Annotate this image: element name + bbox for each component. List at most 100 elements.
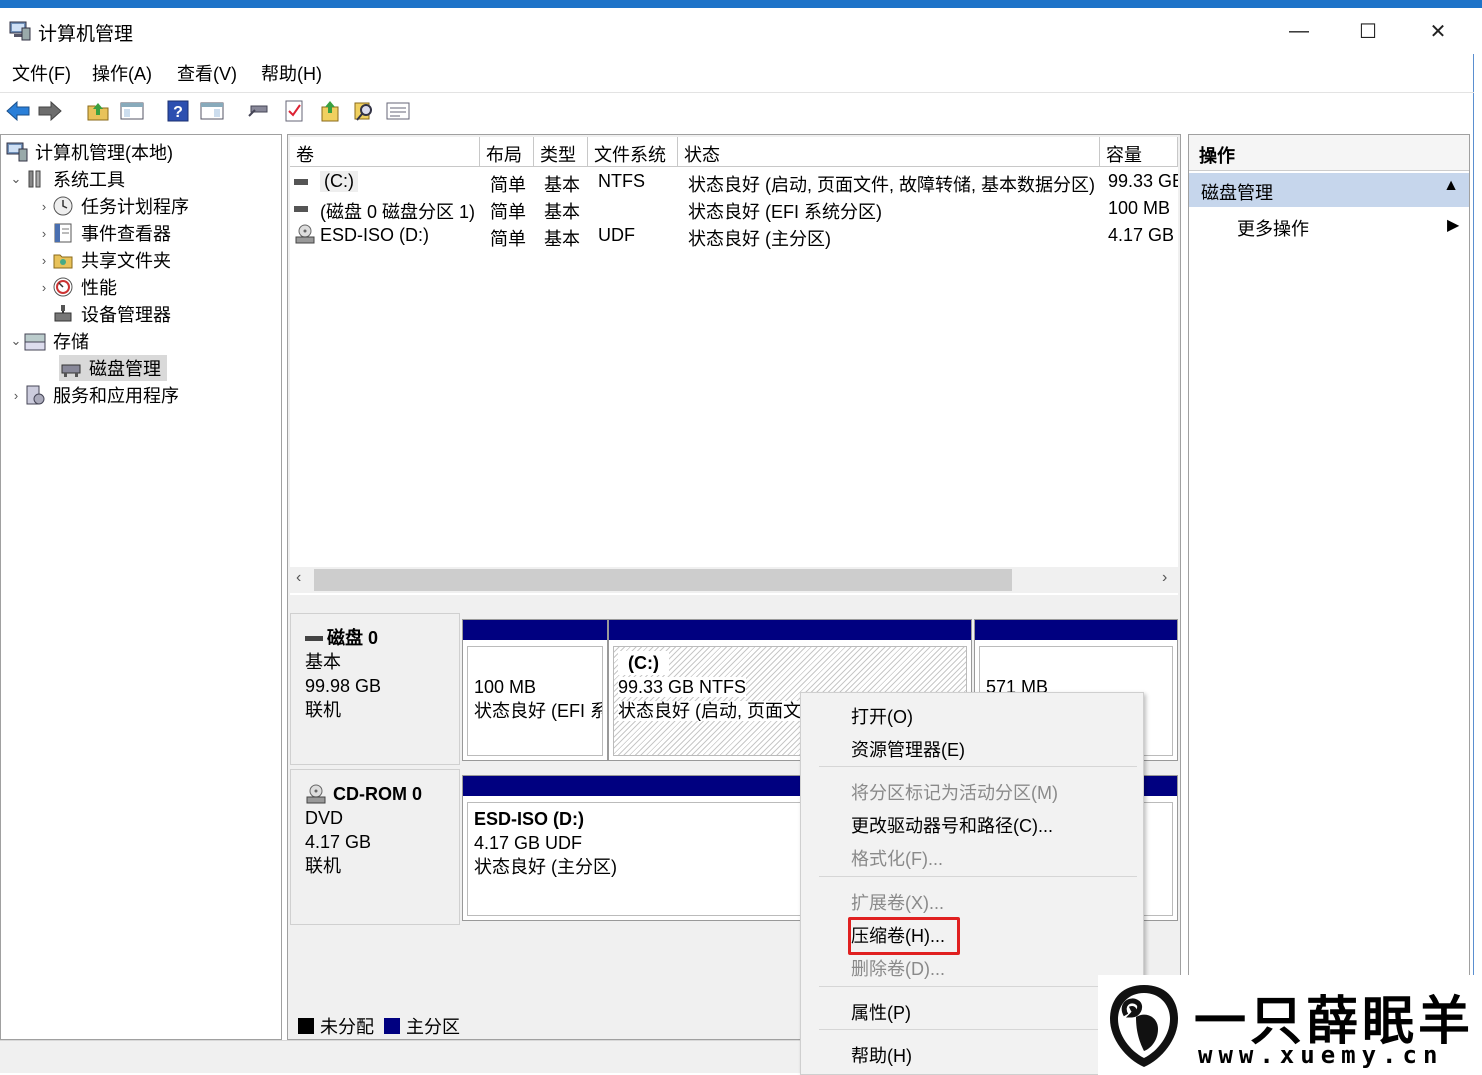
cell-filesystem: UDF — [598, 225, 635, 245]
menu-item-help[interactable]: 帮助(H) — [851, 1042, 912, 1068]
services-icon — [23, 384, 47, 406]
submenu-arrow-icon[interactable]: ▶ — [1447, 215, 1459, 235]
scroll-right-icon[interactable]: › — [1162, 569, 1167, 587]
table-row[interactable]: ESD-ISO (D:) 简单 基本 UDF 状态良好 (主分区) 4.17 G… — [290, 223, 1178, 249]
partition-status: 状态良好 (EFI 系 — [474, 701, 603, 721]
disk-state: 联机 — [305, 700, 341, 720]
up-folder-icon[interactable] — [84, 97, 112, 125]
partition-body: 100 MB 状态良好 (EFI 系 — [467, 646, 603, 756]
column-header-layout[interactable]: 布局 — [480, 137, 534, 167]
tree-item-task-scheduler[interactable]: › 任务计划程序 — [37, 193, 189, 219]
partition-bar — [463, 620, 607, 640]
cell-volume: (磁盘 0 磁盘分区 1) — [320, 202, 476, 222]
performance-gauge-icon — [51, 276, 75, 298]
legend-label: 未分配 — [320, 1017, 374, 1037]
tree-item-root[interactable]: 计算机管理(本地) — [5, 139, 173, 165]
tree-item-system-tools[interactable]: ⌄ 系统工具 — [9, 166, 125, 192]
chevron-right-icon[interactable]: › — [37, 280, 51, 295]
cell-layout: 简单 — [490, 229, 526, 249]
tree-item-label: 磁盘管理 — [89, 359, 161, 379]
disk-state: 联机 — [305, 856, 341, 876]
menu-item-open[interactable]: 打开(O) — [851, 703, 913, 729]
more-actions-item[interactable]: 更多操作 — [1237, 215, 1309, 241]
actions-pane: 操作 磁盘管理 ▲ 更多操作 ▶ — [1188, 134, 1470, 1040]
properties-pane-icon[interactable] — [198, 97, 226, 125]
title-bar[interactable]: 计算机管理 — ☐ ✕ — [0, 8, 1474, 54]
forward-arrow-icon[interactable] — [36, 97, 64, 125]
legend-swatch-primary — [384, 1018, 400, 1034]
tree-item-label: 计算机管理(本地) — [35, 143, 173, 163]
chevron-down-icon[interactable]: ⌄ — [9, 171, 23, 187]
table-row[interactable]: (C:) 简单 基本 NTFS 状态良好 (启动, 页面文件, 故障转储, 基本… — [290, 169, 1178, 195]
tree-item-label: 存储 — [53, 332, 89, 352]
cell-capacity: 4.17 GB — [1108, 225, 1175, 245]
more-actions-label: 更多操作 — [1237, 219, 1309, 239]
clock-icon — [51, 195, 75, 217]
cell-type: 基本 — [544, 175, 580, 195]
chevron-right-icon[interactable]: › — [37, 226, 51, 241]
cdrom-0-label[interactable]: CD-ROM 0 DVD 4.17 GB 联机 — [290, 769, 460, 925]
checklist-icon[interactable] — [280, 97, 308, 125]
legend-swatch-unallocated — [298, 1018, 314, 1034]
menu-item-change-drive-letter[interactable]: 更改驱动器号和路径(C)... — [851, 812, 1053, 838]
scrollbar-thumb[interactable] — [314, 569, 1012, 591]
view-icon[interactable] — [384, 97, 412, 125]
tree-item-event-viewer[interactable]: › 事件查看器 — [37, 220, 171, 246]
partition-status: 状态良好 (启动, 页面文 — [618, 701, 801, 721]
menu-separator — [819, 876, 1137, 877]
export-icon[interactable] — [316, 97, 344, 125]
menu-item-delete-volume: 删除卷(D)... — [851, 959, 945, 979]
back-arrow-icon[interactable] — [4, 97, 32, 125]
column-header-type[interactable]: 类型 — [534, 137, 588, 167]
chevron-right-icon[interactable]: › — [37, 199, 51, 214]
disk-kind: 基本 — [305, 652, 341, 672]
search-icon[interactable] — [350, 97, 378, 125]
column-header-volume[interactable]: 卷 — [290, 137, 480, 167]
partition-title: (C:) — [618, 651, 669, 675]
maximize-button[interactable]: ☐ — [1333, 8, 1403, 54]
tree-item-services[interactable]: › 服务和应用程序 — [9, 382, 179, 408]
close-button[interactable]: ✕ — [1403, 8, 1473, 54]
cell-status: 状态良好 (主分区) — [688, 229, 831, 249]
tree-item-performance[interactable]: › 性能 — [37, 274, 117, 300]
chevron-right-icon[interactable]: › — [9, 388, 23, 403]
tree-item-disk-management[interactable]: 磁盘管理 — [59, 355, 167, 381]
actions-section-disk-management[interactable]: 磁盘管理 ▲ — [1189, 173, 1469, 207]
tree-item-shared-folders[interactable]: › 共享文件夹 — [37, 247, 171, 273]
horizontal-scrollbar[interactable]: ‹ › — [290, 567, 1178, 593]
show-hide-tree-icon[interactable] — [118, 97, 146, 125]
tools-icon — [23, 168, 47, 190]
disk-0-label[interactable]: 磁盘 0 基本 99.98 GB 联机 — [290, 613, 460, 765]
cell-layout: 简单 — [490, 175, 526, 195]
menu-view[interactable]: 查看(V) — [177, 60, 237, 86]
event-viewer-icon — [51, 222, 75, 244]
column-header-capacity[interactable]: 容量 — [1100, 137, 1178, 167]
scroll-left-icon[interactable]: ‹ — [296, 569, 301, 587]
menu-item-properties[interactable]: 属性(P) — [851, 999, 911, 1025]
tree-item-storage[interactable]: ⌄ 存储 — [9, 328, 89, 354]
menu-action[interactable]: 操作(A) — [92, 60, 152, 86]
device-manager-icon — [51, 303, 75, 325]
tree-item-label: 设备管理器 — [81, 305, 171, 325]
disk-management-icon — [59, 357, 83, 379]
legend-label: 主分区 — [406, 1017, 460, 1037]
menu-file[interactable]: 文件(F) — [12, 60, 71, 86]
partition-efi[interactable]: 100 MB 状态良好 (EFI 系 — [462, 619, 608, 761]
computer-management-icon — [8, 20, 32, 42]
chevron-down-icon[interactable]: ⌄ — [9, 333, 23, 349]
connect-icon[interactable] — [244, 97, 272, 125]
column-header-status[interactable]: 状态 — [678, 137, 1100, 167]
collapse-up-icon[interactable]: ▲ — [1443, 177, 1459, 195]
table-row[interactable]: (磁盘 0 磁盘分区 1) 简单 基本 状态良好 (EFI 系统分区) 100 … — [290, 196, 1178, 222]
window-title: 计算机管理 — [38, 24, 134, 45]
tree-item-device-manager[interactable]: 设备管理器 — [51, 301, 171, 327]
menu-item-explorer[interactable]: 资源管理器(E) — [851, 736, 965, 762]
chevron-right-icon[interactable]: › — [37, 253, 51, 268]
minimize-button[interactable]: — — [1264, 8, 1334, 54]
watermark-url: www.xuemy.cn — [1198, 1041, 1444, 1069]
disk-kind: DVD — [305, 808, 344, 828]
cell-capacity: 99.33 GE — [1108, 171, 1178, 191]
menu-help[interactable]: 帮助(H) — [261, 60, 322, 86]
help-icon[interactable]: ? — [164, 97, 192, 125]
column-header-filesystem[interactable]: 文件系统 — [588, 137, 678, 167]
